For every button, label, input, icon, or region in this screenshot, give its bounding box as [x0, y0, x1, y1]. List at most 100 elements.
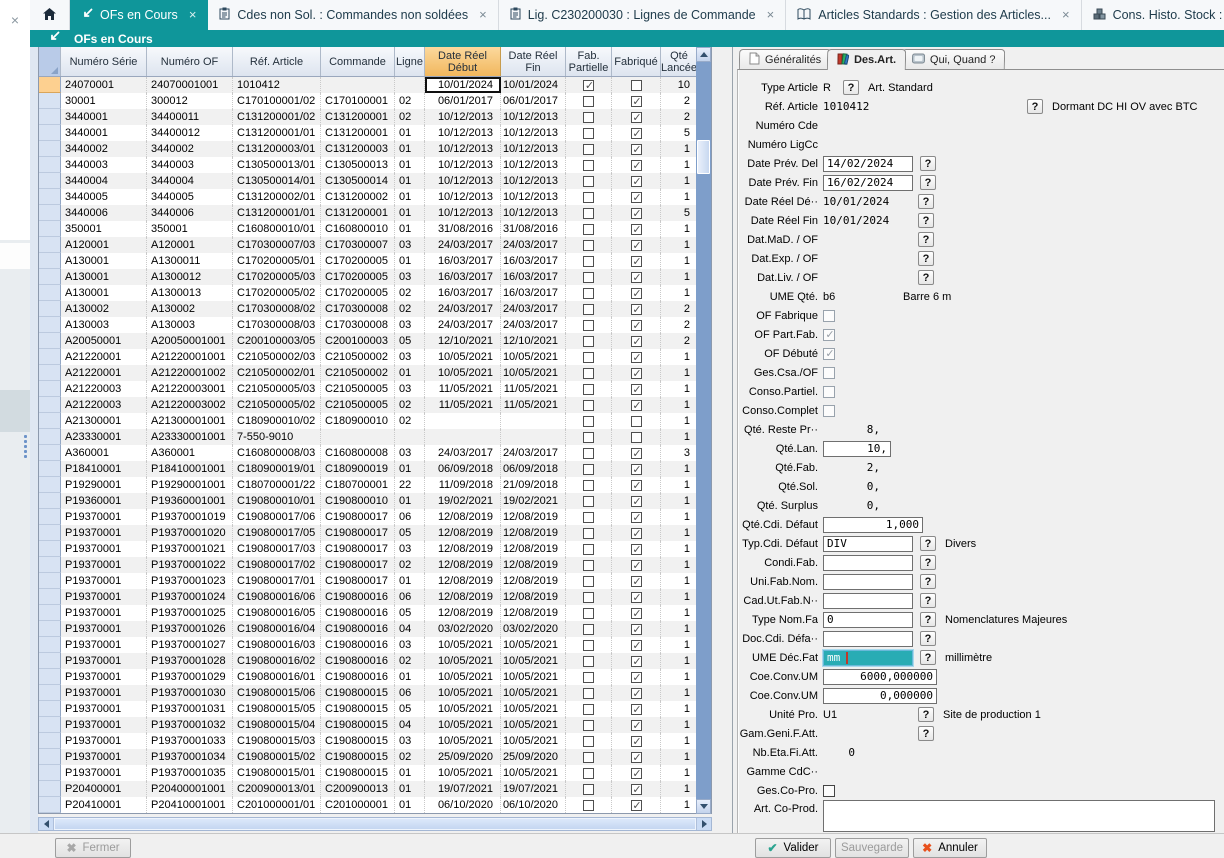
- table-cell[interactable]: P19370001: [61, 589, 147, 605]
- table-cell[interactable]: [566, 269, 612, 285]
- table-cell[interactable]: [566, 365, 612, 381]
- table-cell[interactable]: 3: [661, 445, 698, 461]
- help-button[interactable]: ?: [920, 612, 936, 627]
- table-cell[interactable]: [566, 349, 612, 365]
- field-input[interactable]: 6000,000000: [823, 669, 937, 685]
- table-cell[interactable]: [566, 173, 612, 189]
- field-textarea[interactable]: [823, 800, 1215, 832]
- column-header[interactable]: Commande: [321, 47, 395, 76]
- table-cell[interactable]: C190800017/05: [233, 525, 321, 541]
- table-cell[interactable]: 10/12/2013: [425, 125, 501, 141]
- help-button[interactable]: ?: [920, 593, 936, 608]
- table-cell[interactable]: 02: [395, 413, 425, 429]
- table-cell[interactable]: C190800016: [321, 653, 395, 669]
- table-cell[interactable]: 10/05/2021: [501, 765, 566, 781]
- table-cell[interactable]: 3440006: [147, 205, 233, 221]
- table-row[interactable]: P20410001P20410001001C201000001/01C20100…: [39, 797, 698, 813]
- tab-close-icon[interactable]: ×: [189, 9, 197, 21]
- table-cell[interactable]: [566, 221, 612, 237]
- table-cell[interactable]: 12/08/2019: [425, 557, 501, 573]
- table-cell[interactable]: [612, 637, 661, 653]
- table-cell[interactable]: [612, 237, 661, 253]
- table-cell[interactable]: C170300008/03: [233, 317, 321, 333]
- table-cell[interactable]: 01: [395, 221, 425, 237]
- table-cell[interactable]: 01: [395, 253, 425, 269]
- table-cell[interactable]: [501, 429, 566, 445]
- table-cell[interactable]: P19370001032: [147, 717, 233, 733]
- column-header[interactable]: Fabriqué: [612, 47, 661, 76]
- table-cell[interactable]: [612, 109, 661, 125]
- table-cell[interactable]: P19370001022: [147, 557, 233, 573]
- table-cell[interactable]: P19370001: [61, 685, 147, 701]
- row-selector[interactable]: [39, 573, 61, 589]
- table-cell[interactable]: P19370001: [61, 669, 147, 685]
- table-cell[interactable]: A130001: [61, 285, 147, 301]
- table-cell[interactable]: A130003: [147, 317, 233, 333]
- table-cell[interactable]: [321, 77, 395, 93]
- table-cell[interactable]: [612, 653, 661, 669]
- table-cell[interactable]: [566, 237, 612, 253]
- table-cell[interactable]: 10/12/2013: [501, 141, 566, 157]
- table-cell[interactable]: [612, 397, 661, 413]
- table-cell[interactable]: 12/08/2019: [425, 541, 501, 557]
- table-cell[interactable]: C131200001: [321, 205, 395, 221]
- row-selector[interactable]: [39, 125, 61, 141]
- table-cell[interactable]: [566, 445, 612, 461]
- table-cell[interactable]: C190800010/01: [233, 493, 321, 509]
- table-cell[interactable]: 16/03/2017: [425, 269, 501, 285]
- table-row[interactable]: P19370001P19370001024C190800016/06C19080…: [39, 589, 698, 605]
- table-cell[interactable]: 12/10/2021: [501, 333, 566, 349]
- table-row[interactable]: 34400043440004C130500014/01C130500014011…: [39, 173, 698, 189]
- table-cell[interactable]: [566, 461, 612, 477]
- table-cell[interactable]: 10/12/2013: [425, 205, 501, 221]
- table-cell[interactable]: 1: [661, 717, 698, 733]
- table-cell[interactable]: 02: [395, 301, 425, 317]
- table-cell[interactable]: 1: [661, 349, 698, 365]
- table-cell[interactable]: 1: [661, 525, 698, 541]
- table-cell[interactable]: C190800017: [321, 557, 395, 573]
- dock-collapsed-panel[interactable]: [0, 390, 30, 432]
- table-cell[interactable]: C180700001/22: [233, 477, 321, 493]
- table-cell[interactable]: 3440005: [61, 189, 147, 205]
- table-cell[interactable]: P19370001031: [147, 701, 233, 717]
- table-cell[interactable]: 31/08/2016: [425, 221, 501, 237]
- table-cell[interactable]: [566, 189, 612, 205]
- table-cell[interactable]: A21220001: [61, 349, 147, 365]
- table-cell[interactable]: C180900010/02: [233, 413, 321, 429]
- table-cell[interactable]: [321, 429, 395, 445]
- table-cell[interactable]: 1: [661, 605, 698, 621]
- table-cell[interactable]: 1: [661, 749, 698, 765]
- field-input[interactable]: mm: [823, 650, 913, 666]
- table-cell[interactable]: [566, 573, 612, 589]
- table-cell[interactable]: 2: [661, 333, 698, 349]
- table-cell[interactable]: 1: [661, 285, 698, 301]
- table-cell[interactable]: 10/12/2013: [501, 173, 566, 189]
- table-cell[interactable]: [566, 589, 612, 605]
- table-cell[interactable]: 1: [661, 189, 698, 205]
- table-cell[interactable]: [566, 717, 612, 733]
- table-cell[interactable]: 02: [395, 397, 425, 413]
- table-cell[interactable]: 10/01/2024: [501, 77, 566, 93]
- table-cell[interactable]: 03/02/2020: [425, 621, 501, 637]
- table-cell[interactable]: 12/08/2019: [425, 509, 501, 525]
- table-cell[interactable]: P19370001023: [147, 573, 233, 589]
- table-cell[interactable]: [566, 125, 612, 141]
- field-input[interactable]: [823, 593, 913, 609]
- help-button[interactable]: ?: [918, 707, 934, 722]
- table-cell[interactable]: 01: [395, 573, 425, 589]
- column-header[interactable]: Date Réel Début: [425, 47, 501, 76]
- table-cell[interactable]: C131200003: [321, 141, 395, 157]
- table-cell[interactable]: C190800015: [321, 765, 395, 781]
- table-cell[interactable]: C190800016/05: [233, 605, 321, 621]
- row-selector[interactable]: [39, 621, 61, 637]
- table-cell[interactable]: C131200003/01: [233, 141, 321, 157]
- table-cell[interactable]: 11/05/2021: [425, 397, 501, 413]
- table-row[interactable]: P19370001P19370001019C190800017/06C19080…: [39, 509, 698, 525]
- table-cell[interactable]: [566, 637, 612, 653]
- table-row[interactable]: A130002A130002C170300008/02C170300008022…: [39, 301, 698, 317]
- table-cell[interactable]: 10/12/2013: [501, 205, 566, 221]
- table-cell[interactable]: [612, 525, 661, 541]
- table-cell[interactable]: C131200002/01: [233, 189, 321, 205]
- table-cell[interactable]: C170200005/02: [233, 285, 321, 301]
- table-cell[interactable]: C170300007: [321, 237, 395, 253]
